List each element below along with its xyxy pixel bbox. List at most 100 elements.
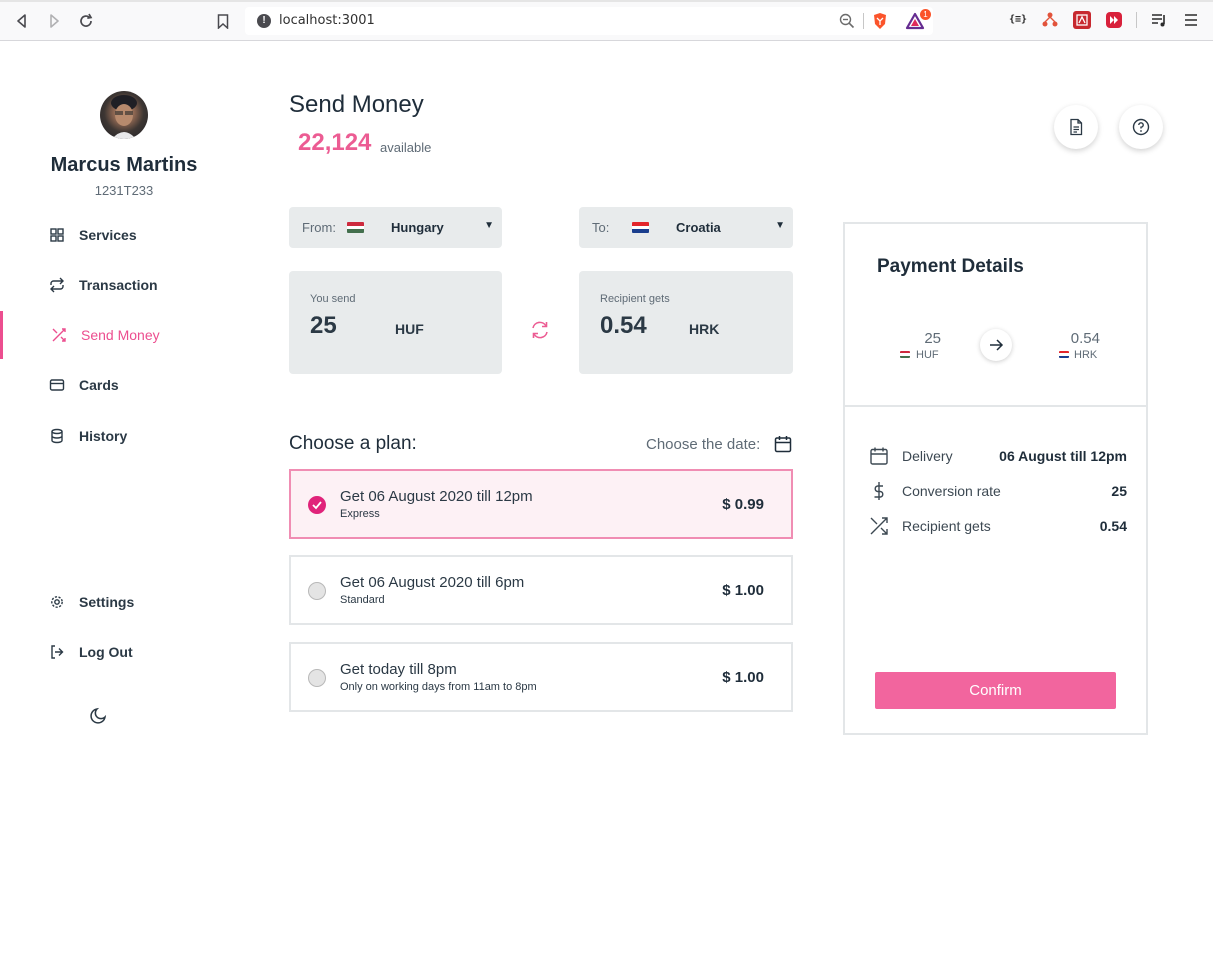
toolbar-separator [1136,12,1137,28]
active-indicator [0,311,3,359]
sidebar-item-log-out[interactable]: Log Out [0,632,248,672]
date-label[interactable]: Choose the date: [646,436,760,453]
send-label: You send [310,293,356,305]
document-button[interactable] [1054,105,1098,149]
chevron-down-icon: ▼ [484,220,494,231]
sidebar-item-history[interactable]: History [0,416,248,456]
plan-price: $ 0.99 [722,496,764,513]
plan-subtitle: Express [340,508,380,520]
balance-label: available [380,140,432,155]
from-label: From: [302,220,336,235]
plan-radio[interactable] [308,669,326,687]
plan-heading: Choose a plan: [289,433,417,454]
send-currency: HUF [395,321,424,337]
moon-icon[interactable] [90,706,108,724]
plan-option-express[interactable]: Get 06 August 2020 till 12pm Express $ 0… [289,469,793,539]
menu-icon[interactable] [1182,11,1200,29]
document-icon [1070,118,1083,136]
grid-icon [50,228,64,242]
detail-value: 25 [1111,483,1127,499]
plan-subtitle: Only on working days from 11am to 8pm [340,681,537,693]
bookmark-icon[interactable] [212,10,234,32]
repeat-icon [50,277,64,293]
user-name: Marcus Martins [50,154,198,176]
send-amount-input[interactable]: 25 [310,312,337,340]
receive-amount-box[interactable]: Recipient gets 0.54 HRK [579,271,793,374]
reload-icon[interactable] [75,10,97,32]
calendar-icon[interactable] [774,435,792,453]
sidebar-item-label: Transaction [79,277,158,293]
receive-currency: HRK [689,321,720,337]
to-label: To: [592,220,610,235]
sidebar-item-transaction[interactable]: Transaction [0,265,248,305]
plan-radio[interactable] [308,582,326,600]
croatia-flag-icon [632,222,649,233]
detail-label: Recipient gets [902,518,991,534]
game-extension-icon[interactable] [1073,11,1091,29]
detail-value: 0.54 [1099,518,1127,534]
sidebar-item-label: Settings [79,594,135,610]
sidebar-item-label: Services [79,227,137,243]
sidebar-item-label: Log Out [79,644,133,660]
detail-row-conversion-rate: Conversion rate 25 [869,480,1127,502]
database-icon [51,428,63,444]
sidebar-item-services[interactable]: Services [0,215,248,255]
detail-row-delivery: Delivery 06 August till 12pm [869,445,1127,467]
credit-card-icon [49,379,65,391]
site-info-icon[interactable]: ! [257,14,271,28]
sidebar-item-cards[interactable]: Cards [0,365,248,405]
chevron-down-icon: ▼ [775,220,785,231]
payment-from-amount: 25 [924,330,941,347]
media-icon[interactable] [1150,11,1168,29]
detail-value: 06 August till 12pm [999,448,1127,464]
check-icon [312,501,322,510]
plan-title: Get 06 August 2020 till 6pm [340,574,525,591]
avatar[interactable] [100,91,148,139]
payment-from-currency: HUF [916,349,939,361]
send-amount-box[interactable]: You send 25 HUF [289,271,502,374]
payment-title: Payment Details [877,256,1024,277]
payment-to-currency: HRK [1074,349,1098,361]
network-extension-icon[interactable] [1041,11,1059,29]
detail-label: Delivery [902,448,953,464]
plan-radio-checked[interactable] [308,496,326,514]
to-country-select[interactable]: To: Croatia ▼ [579,207,793,248]
plan-option-today[interactable]: Get today till 8pm Only on working days … [289,642,793,712]
to-country: Croatia [676,220,721,235]
plan-price: $ 1.00 [722,669,764,686]
browser-top-line [0,0,1213,2]
plan-option-standard[interactable]: Get 06 August 2020 till 6pm Standard $ 1… [289,555,793,625]
sidebar-item-label: History [79,428,128,444]
brave-rewards-icon[interactable]: 1 [905,9,931,32]
zoom-icon[interactable] [839,13,855,29]
from-country: Hungary [391,220,444,235]
arrow-right-icon [990,339,1004,351]
hungary-flag-icon [347,222,364,233]
url-text[interactable]: localhost:3001 [279,13,375,28]
balance-amount: 22,124 [298,129,372,156]
croatia-flag-icon [1059,351,1069,358]
back-icon[interactable] [11,10,33,32]
confirm-button[interactable]: Confirm [875,672,1116,709]
receive-amount: 0.54 [600,312,647,339]
panel-divider [845,405,1146,407]
json-extension-icon[interactable]: {≡} [1009,11,1027,29]
page-title: Send Money [289,91,424,118]
hungary-flag-icon [900,351,910,358]
swap-icon[interactable] [530,320,550,340]
plan-title: Get today till 8pm [340,661,457,678]
plan-price: $ 1.00 [722,582,764,599]
url-bar[interactable]: ! localhost:3001 1 [245,7,933,35]
url-bar-separator [863,13,864,29]
sidebar-item-label: Send Money [81,327,160,343]
forward-icon[interactable] [43,10,65,32]
shuffle-icon [870,517,888,535]
sidebar-item-send-money[interactable]: Send Money [0,311,248,359]
from-country-select[interactable]: From: Hungary ▼ [289,207,502,248]
help-button[interactable] [1119,105,1163,149]
brave-shield-icon[interactable] [872,12,888,30]
sidebar-item-settings[interactable]: Settings [0,582,248,622]
log-out-icon [51,645,64,659]
skip-extension-icon[interactable] [1105,11,1123,29]
help-icon [1132,118,1150,136]
